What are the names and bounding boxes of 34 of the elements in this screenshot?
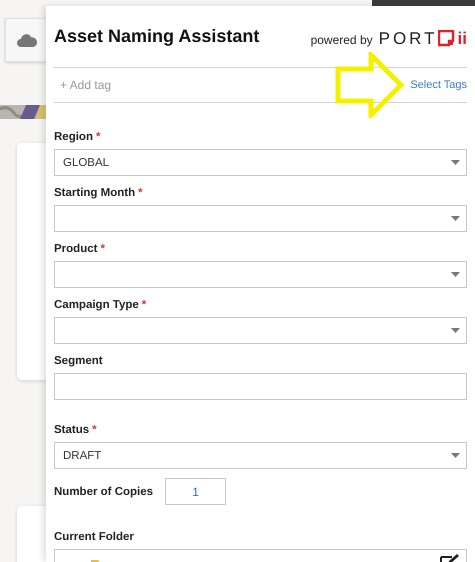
cloud-icon[interactable] <box>17 34 37 46</box>
required-mark: * <box>96 131 100 145</box>
select-field[interactable]: GLOBAL <box>54 149 467 176</box>
select-field[interactable] <box>54 205 467 232</box>
required-mark: * <box>142 299 146 313</box>
field-label: Current Folder <box>54 531 135 545</box>
arrow-icon <box>335 52 405 118</box>
dropdown-caret-icon <box>451 216 460 221</box>
field-label: Number of Copies <box>54 484 154 500</box>
field-label: Status <box>54 424 90 438</box>
input-field[interactable]: 1 <box>165 478 226 505</box>
dropdown-caret-icon <box>451 272 460 277</box>
dropdown-caret-icon <box>451 160 460 165</box>
select-field[interactable] <box>54 317 467 344</box>
field-label: Campaign Type <box>54 299 139 313</box>
input-field[interactable] <box>54 373 467 400</box>
required-mark: * <box>138 187 143 201</box>
add-tag-link[interactable]: + Add tag <box>54 78 112 92</box>
dropdown-caret-icon <box>451 453 460 458</box>
field-label: Region <box>54 131 93 145</box>
panel-title: Asset Naming Assistant <box>54 26 260 47</box>
dropdown-caret-icon <box>451 328 460 333</box>
field-label: Product <box>54 243 98 257</box>
select-tags-link[interactable]: Select Tags <box>410 79 467 91</box>
required-mark: * <box>100 243 105 257</box>
logo-text: PORT <box>378 28 438 48</box>
select-field[interactable] <box>54 261 467 288</box>
field-label: Starting Month <box>54 187 136 201</box>
required-mark: * <box>92 424 97 438</box>
logo-mark-icon <box>438 30 455 47</box>
logo-text: ii <box>458 28 467 48</box>
powered-by-text: powered by <box>310 32 373 46</box>
select-field[interactable]: DRAFT <box>54 442 467 469</box>
field-label: Segment <box>54 355 103 369</box>
